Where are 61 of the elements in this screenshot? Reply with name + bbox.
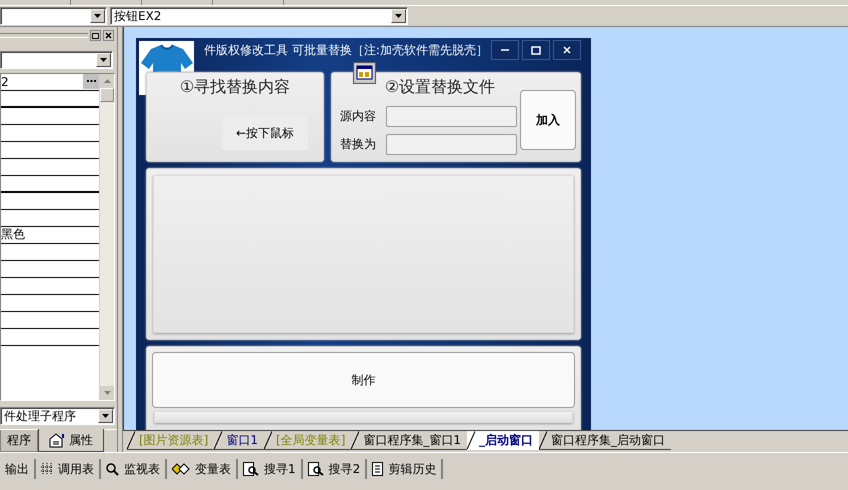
properties-icon <box>49 432 66 448</box>
property-grid[interactable]: 2 黑色 <box>0 72 115 402</box>
ellipsis-button[interactable] <box>83 74 99 90</box>
field-label: 替换为 <box>340 136 377 153</box>
make-button[interactable]: 制作 <box>152 352 575 408</box>
grid-icon <box>41 463 53 475</box>
scrollbar[interactable] <box>99 74 114 400</box>
property-value[interactable]: 黑色 <box>1 226 99 244</box>
panel-tab[interactable]: 搜寻2 <box>302 459 368 479</box>
minimize-icon <box>501 49 509 51</box>
caret-icon <box>102 414 109 418</box>
dropdown-button[interactable] <box>96 52 111 67</box>
panel-tab[interactable]: 变量表 <box>167 459 238 479</box>
object-combo[interactable] <box>0 7 107 25</box>
panel-tab[interactable]: 监视表 <box>101 459 167 479</box>
add-button[interactable]: 加入 <box>520 90 576 150</box>
panel-heading: ②设置替换文件 <box>384 76 496 98</box>
scroll-down-icon[interactable] <box>104 391 110 396</box>
ellipsis-icon <box>86 80 96 84</box>
panel-tab[interactable]: 输出 <box>0 459 36 479</box>
scroll-up-icon[interactable] <box>104 78 110 83</box>
input-field[interactable] <box>386 134 517 155</box>
property-value[interactable]: 2 <box>1 74 83 89</box>
close-icon <box>563 46 571 54</box>
hint-label[interactable]: ←按下鼠标 <box>222 116 308 150</box>
scroll-thumb[interactable] <box>100 88 114 102</box>
field-label: 源内容 <box>340 108 377 125</box>
caret-icon <box>395 14 402 18</box>
maximize-icon <box>92 32 99 39</box>
search-icon <box>106 462 119 476</box>
document-search-icon <box>308 462 324 476</box>
document-icon <box>372 462 384 476</box>
document-tab[interactable]: _启动窗口 <box>467 431 540 450</box>
document-tab[interactable]: 窗口程序集_启动窗口 <box>539 431 672 450</box>
panel-tab[interactable]: 搜寻1 <box>238 459 303 479</box>
diamonds-icon <box>172 463 190 475</box>
dropdown-button[interactable] <box>98 409 113 424</box>
panel-tab[interactable]: 属性 <box>38 429 104 452</box>
close-button[interactable] <box>553 40 581 60</box>
close-button[interactable] <box>103 30 114 42</box>
caret-icon <box>94 14 101 18</box>
object-combo[interactable] <box>0 50 113 69</box>
document-search-icon <box>243 462 259 476</box>
panel-heading: ①寻找替换内容 <box>180 76 290 98</box>
maximize-button[interactable] <box>90 30 101 42</box>
window-title: 件版权修改工具 可批量替换［注:加壳软件需先脱壳］ <box>204 42 488 59</box>
minimize-button[interactable] <box>491 40 519 60</box>
input-field[interactable] <box>386 106 517 127</box>
maximize-icon <box>531 46 541 54</box>
control-combo[interactable]: 按钮EX2 <box>110 7 408 25</box>
document-tab[interactable]: 窗口程序集_窗口1 <box>351 431 468 450</box>
event-combo[interactable]: 件处理子程序 <box>0 407 115 426</box>
panel-tab[interactable]: 调用表 <box>36 459 101 479</box>
caret-icon <box>100 58 107 62</box>
dropdown-button[interactable] <box>90 9 105 23</box>
document-tab[interactable]: 窗口1 <box>214 431 264 450</box>
dropdown-button[interactable] <box>391 9 406 23</box>
panel-tab[interactable]: 剪辑历史 <box>367 459 444 479</box>
close-icon <box>105 32 112 40</box>
maximize-button[interactable] <box>522 40 550 60</box>
panel-tab[interactable]: 程序 <box>0 430 38 452</box>
